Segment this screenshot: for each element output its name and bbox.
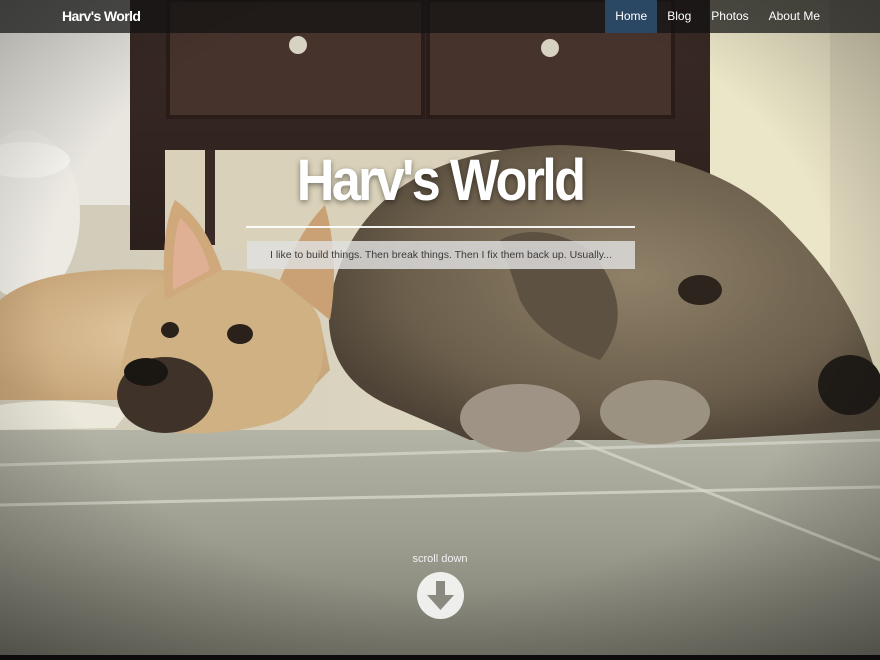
scroll-down-button[interactable] — [417, 572, 464, 619]
scroll-down-label: scroll down — [412, 553, 468, 565]
brand-link[interactable]: Harv's World — [62, 0, 141, 33]
nav-item-about-me[interactable]: About Me — [759, 0, 830, 33]
hero-tagline: I like to build things. Then break thing… — [247, 241, 635, 269]
nav-item-photos[interactable]: Photos — [701, 0, 758, 33]
nav-item-home[interactable]: Home — [605, 0, 658, 33]
arrow-down-circle-icon — [417, 572, 464, 619]
hero-section: Harv's World Home Blog Photos About Me H… — [0, 0, 880, 655]
page-bottom-edge — [0, 655, 880, 660]
hero-title: Harv's World — [296, 148, 586, 213]
nav-item-blog[interactable]: Blog — [657, 0, 701, 33]
nav-menu: Home Blog Photos About Me — [605, 0, 830, 33]
top-navbar: Harv's World Home Blog Photos About Me — [0, 0, 880, 33]
hero-divider — [246, 226, 635, 228]
